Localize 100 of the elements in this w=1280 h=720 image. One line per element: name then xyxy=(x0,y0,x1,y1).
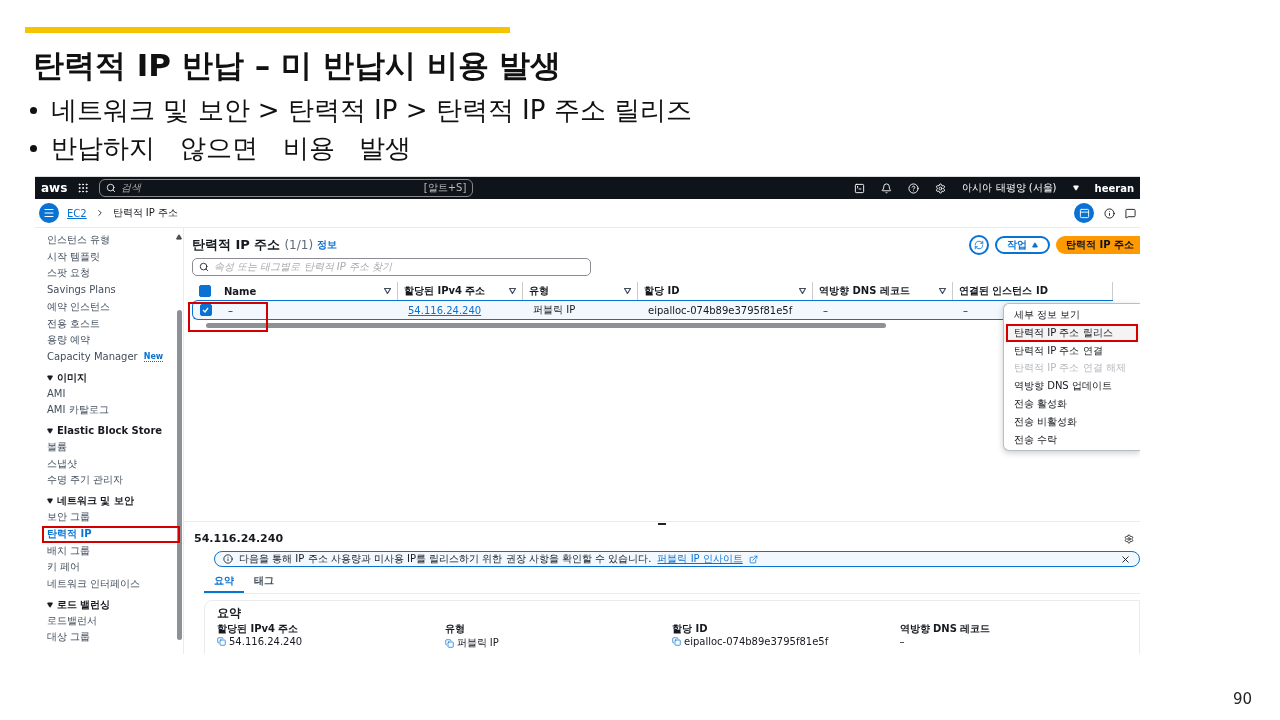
scroll-up-icon[interactable] xyxy=(176,234,182,240)
nav-link[interactable]: 볼륨 xyxy=(47,439,67,456)
nav-link[interactable]: 네트워크 인터페이스 xyxy=(47,575,141,593)
menu-item[interactable]: 전송 활성화 xyxy=(1004,395,1140,413)
tab[interactable]: 요약 xyxy=(204,571,244,593)
resize-handle[interactable] xyxy=(658,523,666,525)
nav-link[interactable]: 시작 템플릿 xyxy=(47,248,101,266)
filter-placeholder: 속성 또는 태그별로 탄력적 IP 주소 찾기 xyxy=(214,260,394,274)
page-number: 90 xyxy=(1232,690,1252,708)
page-heading: 탄력적 IP 주소 xyxy=(192,236,281,254)
menu-icon xyxy=(43,207,55,219)
alert-text: 다음을 통해 IP 주소 사용량과 미사용 IP를 릴리스하기 위한 권장 사항을 확인할 수 있습니다. xyxy=(239,552,652,566)
nav-link[interactable]: AMI 카탈로그 xyxy=(47,402,109,420)
field-value: eipalloc-074b89e3795f81e5f xyxy=(684,636,829,647)
details-title: 54.116.24.240 xyxy=(194,532,284,545)
field-label: 유형 xyxy=(444,622,466,636)
nav-link[interactable]: 탄력적 IP xyxy=(47,525,92,543)
nav-link[interactable]: AMI xyxy=(47,385,66,403)
card-title: 요약 xyxy=(217,605,242,622)
caret-icon xyxy=(47,428,53,435)
menu-item[interactable]: 탄력적 IP 주소 릴리스 xyxy=(1004,323,1140,342)
bullet-icon xyxy=(30,106,37,114)
nav-section[interactable]: 로드 밸런싱 xyxy=(47,596,111,613)
menu-item[interactable]: 탄력적 IP 주소 연결 xyxy=(1004,341,1140,360)
nav-link[interactable]: 배치 그룹 xyxy=(47,542,91,560)
alert-link[interactable]: 퍼블릭 IP 인사이트 xyxy=(657,552,743,566)
search-placeholder: 검색 xyxy=(121,181,143,195)
search-icon xyxy=(199,262,209,272)
close-icon[interactable] xyxy=(1120,553,1131,565)
nav-link[interactable]: Capacity Manager xyxy=(47,348,138,366)
caret-icon xyxy=(47,498,53,505)
menu-item[interactable]: 전송 수락 xyxy=(1004,430,1140,449)
caret-icon[interactable] xyxy=(1072,185,1079,191)
slide-title: 탄력적 IP 반납 – 미 반납시 비용 발생 xyxy=(33,46,563,85)
nav-link[interactable]: 예약 인스턴스 xyxy=(47,298,111,316)
selection-count: (1/1) xyxy=(284,238,314,252)
shortcut-hint: [알트+S] xyxy=(423,181,467,195)
sort-icon[interactable] xyxy=(384,288,391,294)
caret-icon xyxy=(47,374,53,381)
info-icon[interactable] xyxy=(1104,207,1115,219)
field-value: – xyxy=(899,636,905,647)
field-label: 할당된 IPv4 주소 xyxy=(217,622,300,636)
user-name[interactable]: heeran xyxy=(1094,182,1134,194)
caret-icon xyxy=(1032,242,1038,248)
nav-link[interactable]: 스팟 요청 xyxy=(47,265,91,283)
help-icon[interactable] xyxy=(908,182,920,194)
field-label: 할당 ID xyxy=(672,622,709,636)
nav-link[interactable]: 수명 주기 관리자 xyxy=(47,472,124,490)
logo[interactable]: aws xyxy=(41,181,68,195)
bullet-text: 네트워크 및 보안 > 탄력적 IP > 탄력적 IP 주소 릴리즈 xyxy=(51,94,692,127)
table-cell: – xyxy=(218,300,398,320)
terminal-icon[interactable] xyxy=(854,182,866,194)
scrollbar-thumb[interactable] xyxy=(206,323,886,328)
field-value: 54.116.24.240 xyxy=(229,636,303,647)
nav-link[interactable]: 대상 그룹 xyxy=(47,629,91,647)
sort-icon[interactable] xyxy=(624,288,631,294)
nav-link[interactable]: 키 페어 xyxy=(47,559,81,576)
bell-icon[interactable] xyxy=(881,182,893,194)
ip-address-link[interactable]: 54.116.24.240 xyxy=(408,304,482,316)
breadcrumb-link[interactable]: EC2 xyxy=(67,207,87,219)
nav-link[interactable]: Savings Plans xyxy=(47,282,116,299)
menu-item[interactable]: 전송 비활성화 xyxy=(1004,412,1140,431)
nav-section[interactable]: 네트워크 및 보안 xyxy=(47,493,134,510)
search-field[interactable]: 검색 [알트+S] xyxy=(99,179,474,197)
caret-icon xyxy=(47,601,53,608)
field-value: 퍼블릭 IP xyxy=(456,636,499,650)
settings-icon[interactable] xyxy=(1124,533,1134,544)
feedback-icon[interactable] xyxy=(1125,207,1136,219)
search-icon xyxy=(106,183,117,193)
nav-link[interactable]: 스냅샷 xyxy=(47,455,77,473)
nav-link[interactable]: 로드밸런서 xyxy=(47,612,97,630)
region-selector[interactable]: 아시아 태평양 (서울) xyxy=(962,181,1057,195)
nav-section[interactable]: 이미지 xyxy=(47,369,87,386)
menu-button[interactable] xyxy=(39,203,59,223)
grid-icon[interactable] xyxy=(77,182,90,194)
nav-link[interactable]: 인스턴스 유형 xyxy=(47,232,111,249)
menu-item[interactable]: 역방향 DNS 업데이트 xyxy=(1004,377,1140,395)
sort-icon[interactable] xyxy=(509,288,516,294)
field-label: 역방향 DNS 레코드 xyxy=(899,622,992,636)
breadcrumb-current: 탄력적 IP 주소 xyxy=(112,206,178,220)
nav-link[interactable]: 전용 호스트 xyxy=(47,315,101,333)
info-icon xyxy=(223,554,233,564)
table-cell: eipalloc-074b89e3795f81e5f xyxy=(638,300,813,320)
nav-link[interactable]: 보안 그룹 xyxy=(47,509,91,526)
nav-section[interactable]: Elastic Block Store xyxy=(47,423,163,440)
actions-button[interactable]: 작업 xyxy=(995,236,1050,254)
refresh-button[interactable] xyxy=(969,235,989,255)
sort-icon[interactable] xyxy=(799,288,806,294)
nav-link[interactable]: 용량 예약 xyxy=(47,332,91,349)
sort-icon[interactable] xyxy=(939,288,946,294)
new-badge: New xyxy=(143,352,164,363)
panel-button[interactable] xyxy=(1074,203,1094,223)
info-link[interactable]: 정보 xyxy=(317,238,338,252)
row-checkbox[interactable] xyxy=(199,304,212,316)
external-link-icon xyxy=(748,554,758,564)
bullet-icon xyxy=(30,144,37,152)
select-all-checkbox[interactable] xyxy=(199,285,211,297)
allocate-button[interactable]: 탄력적 IP 주소 xyxy=(1056,236,1140,254)
tab[interactable]: 태그 xyxy=(244,571,284,593)
scrollbar-thumb[interactable] xyxy=(176,310,182,640)
